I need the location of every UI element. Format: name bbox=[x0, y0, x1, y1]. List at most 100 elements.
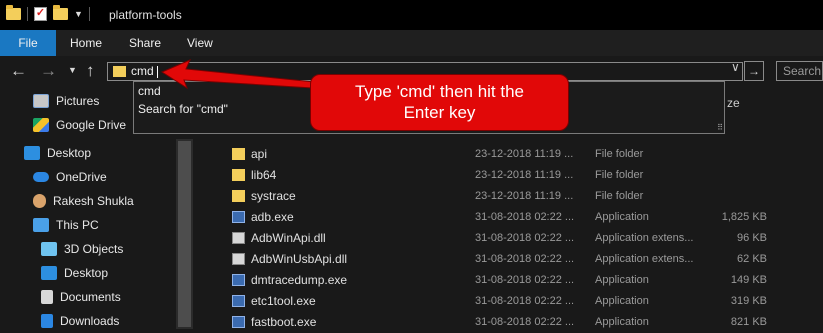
file-type: Application extens... bbox=[595, 253, 694, 265]
file-row[interactable]: systrace 23-12-2018 11:19 ... File folde… bbox=[196, 186, 823, 207]
file-name: etc1tool.exe bbox=[251, 294, 316, 308]
file-row[interactable]: dmtracedump.exe 31-08-2018 02:22 ... App… bbox=[196, 270, 823, 291]
nav-item-downloads[interactable]: Downloads bbox=[41, 311, 119, 331]
dll-icon bbox=[232, 232, 245, 244]
nav-item-rakesh-shukla[interactable]: Rakesh Shukla bbox=[33, 191, 134, 211]
address-history-chevron-icon[interactable]: ∨ bbox=[731, 60, 740, 74]
navigation-scrollbar[interactable] bbox=[176, 139, 193, 329]
file-type: File folder bbox=[595, 169, 644, 181]
file-row[interactable]: etc1tool.exe 31-08-2018 02:22 ... Applic… bbox=[196, 291, 823, 312]
title-bar: ✓ ▼ platform-tools bbox=[0, 0, 823, 30]
file-date: 31-08-2018 02:22 ... bbox=[475, 211, 575, 223]
user-icon bbox=[33, 194, 46, 208]
file-type: Application bbox=[595, 295, 649, 307]
file-date: 23-12-2018 11:19 ... bbox=[475, 169, 574, 181]
file-size: 821 KB bbox=[730, 316, 767, 328]
column-header-size[interactable]: ze bbox=[727, 96, 740, 110]
file-type: File folder bbox=[595, 190, 644, 202]
dll-icon bbox=[232, 253, 245, 265]
application-icon bbox=[232, 316, 245, 328]
nav-item-label: This PC bbox=[56, 218, 99, 232]
file-type: Application bbox=[595, 211, 649, 223]
nav-item-label: OneDrive bbox=[56, 170, 107, 184]
file-size: 149 KB bbox=[730, 274, 767, 286]
back-arrow-icon[interactable]: ← bbox=[10, 61, 27, 81]
nav-item-label: Pictures bbox=[56, 94, 100, 108]
customize-toolbar-chevron-icon[interactable]: ▼ bbox=[74, 9, 83, 19]
file-row[interactable]: fastboot.exe 31-08-2018 02:22 ... Applic… bbox=[196, 312, 823, 333]
refresh-icon[interactable]: → bbox=[744, 61, 764, 81]
quick-access-toolbar: ✓ ▼ bbox=[6, 5, 90, 21]
properties-icon[interactable]: ✓ bbox=[34, 7, 47, 21]
file-name: dmtracedump.exe bbox=[251, 273, 348, 287]
folder-icon bbox=[113, 66, 126, 77]
folder-icon bbox=[232, 169, 245, 181]
file-type: Application bbox=[595, 274, 649, 286]
file-type: File folder bbox=[595, 148, 644, 160]
nav-item-documents[interactable]: Documents bbox=[41, 287, 121, 307]
desktop-icon bbox=[41, 266, 57, 280]
nav-item-google-drive[interactable]: Google Drive bbox=[33, 115, 126, 135]
file-name: systrace bbox=[251, 189, 296, 203]
file-name: AdbWinUsbApi.dll bbox=[251, 252, 348, 266]
callout-line-1: Type 'cmd' then hit the bbox=[354, 82, 525, 101]
nav-item-label: Desktop bbox=[47, 146, 92, 160]
tab-share[interactable]: Share bbox=[129, 30, 161, 56]
folder-icon bbox=[232, 190, 245, 202]
downloads-icon bbox=[41, 314, 53, 328]
forward-arrow-icon[interactable]: → bbox=[40, 61, 57, 81]
nav-item-this-pc[interactable]: This PC bbox=[33, 215, 99, 235]
scrollbar-thumb[interactable] bbox=[178, 141, 191, 327]
file-date: 23-12-2018 11:19 ... bbox=[475, 148, 574, 160]
onedrive-icon bbox=[33, 172, 49, 182]
file-size: 62 KB bbox=[737, 253, 767, 265]
file-name: lib64 bbox=[251, 168, 277, 182]
this-pc-icon bbox=[33, 218, 49, 232]
file-date: 31-08-2018 02:22 ... bbox=[475, 232, 575, 244]
nav-item-label: Documents bbox=[60, 290, 121, 304]
nav-item-desktop[interactable]: Desktop bbox=[24, 143, 91, 163]
nav-item-3d-objects[interactable]: 3D Objects bbox=[41, 239, 123, 259]
nav-item-label: Desktop bbox=[64, 266, 109, 280]
nav-item-onedrive[interactable]: OneDrive bbox=[33, 167, 107, 187]
pictures-icon bbox=[33, 94, 49, 108]
ribbon-tabs: File Home Share View bbox=[0, 30, 823, 56]
file-name: AdbWinApi.dll bbox=[251, 231, 326, 245]
application-icon bbox=[232, 274, 245, 286]
file-row[interactable]: AdbWinUsbApi.dll 31-08-2018 02:22 ... Ap… bbox=[196, 249, 823, 270]
file-size: 96 KB bbox=[737, 232, 767, 244]
autocomplete-item-search[interactable]: Search for "cmd" bbox=[138, 102, 228, 116]
up-arrow-icon[interactable]: ↑ bbox=[86, 61, 95, 81]
nav-item-label: Google Drive bbox=[56, 118, 127, 132]
file-size: 319 KB bbox=[730, 295, 767, 307]
folder-icon bbox=[6, 5, 21, 20]
tab-view[interactable]: View bbox=[187, 30, 213, 56]
file-row[interactable]: AdbWinApi.dll 31-08-2018 02:22 ... Appli… bbox=[196, 228, 823, 249]
application-icon bbox=[232, 211, 245, 223]
file-date: 31-08-2018 02:22 ... bbox=[475, 295, 575, 307]
instruction-callout: Type 'cmd' then hit the Enter key bbox=[310, 74, 569, 131]
search-input[interactable]: Search bbox=[776, 61, 823, 81]
recent-locations-chevron-icon[interactable]: ▼ bbox=[68, 65, 77, 75]
nav-item-label: 3D Objects bbox=[64, 242, 124, 256]
file-row[interactable]: api 23-12-2018 11:19 ... File folder bbox=[196, 144, 823, 165]
new-folder-icon[interactable] bbox=[53, 5, 68, 20]
file-name: fastboot.exe bbox=[251, 315, 317, 329]
nav-item-desktop-pc[interactable]: Desktop bbox=[41, 263, 108, 283]
tab-file[interactable]: File bbox=[0, 30, 56, 56]
file-row[interactable]: adb.exe 31-08-2018 02:22 ... Application… bbox=[196, 207, 823, 228]
file-date: 31-08-2018 02:22 ... bbox=[475, 274, 575, 286]
file-size: 1,825 KB bbox=[721, 211, 767, 223]
tab-home[interactable]: Home bbox=[70, 30, 102, 56]
file-type: Application bbox=[595, 316, 649, 328]
nav-item-pictures[interactable]: Pictures bbox=[33, 91, 99, 111]
file-row[interactable]: lib64 23-12-2018 11:19 ... File folder bbox=[196, 165, 823, 186]
file-name: adb.exe bbox=[251, 210, 294, 224]
toolbar-divider bbox=[88, 7, 90, 21]
application-icon bbox=[232, 295, 245, 307]
resize-grip-icon[interactable]: ⠿ bbox=[717, 123, 723, 132]
folder-icon bbox=[232, 148, 245, 160]
file-date: 31-08-2018 02:22 ... bbox=[475, 253, 575, 265]
toolbar-divider bbox=[27, 7, 28, 21]
nav-item-label: Downloads bbox=[60, 314, 120, 328]
